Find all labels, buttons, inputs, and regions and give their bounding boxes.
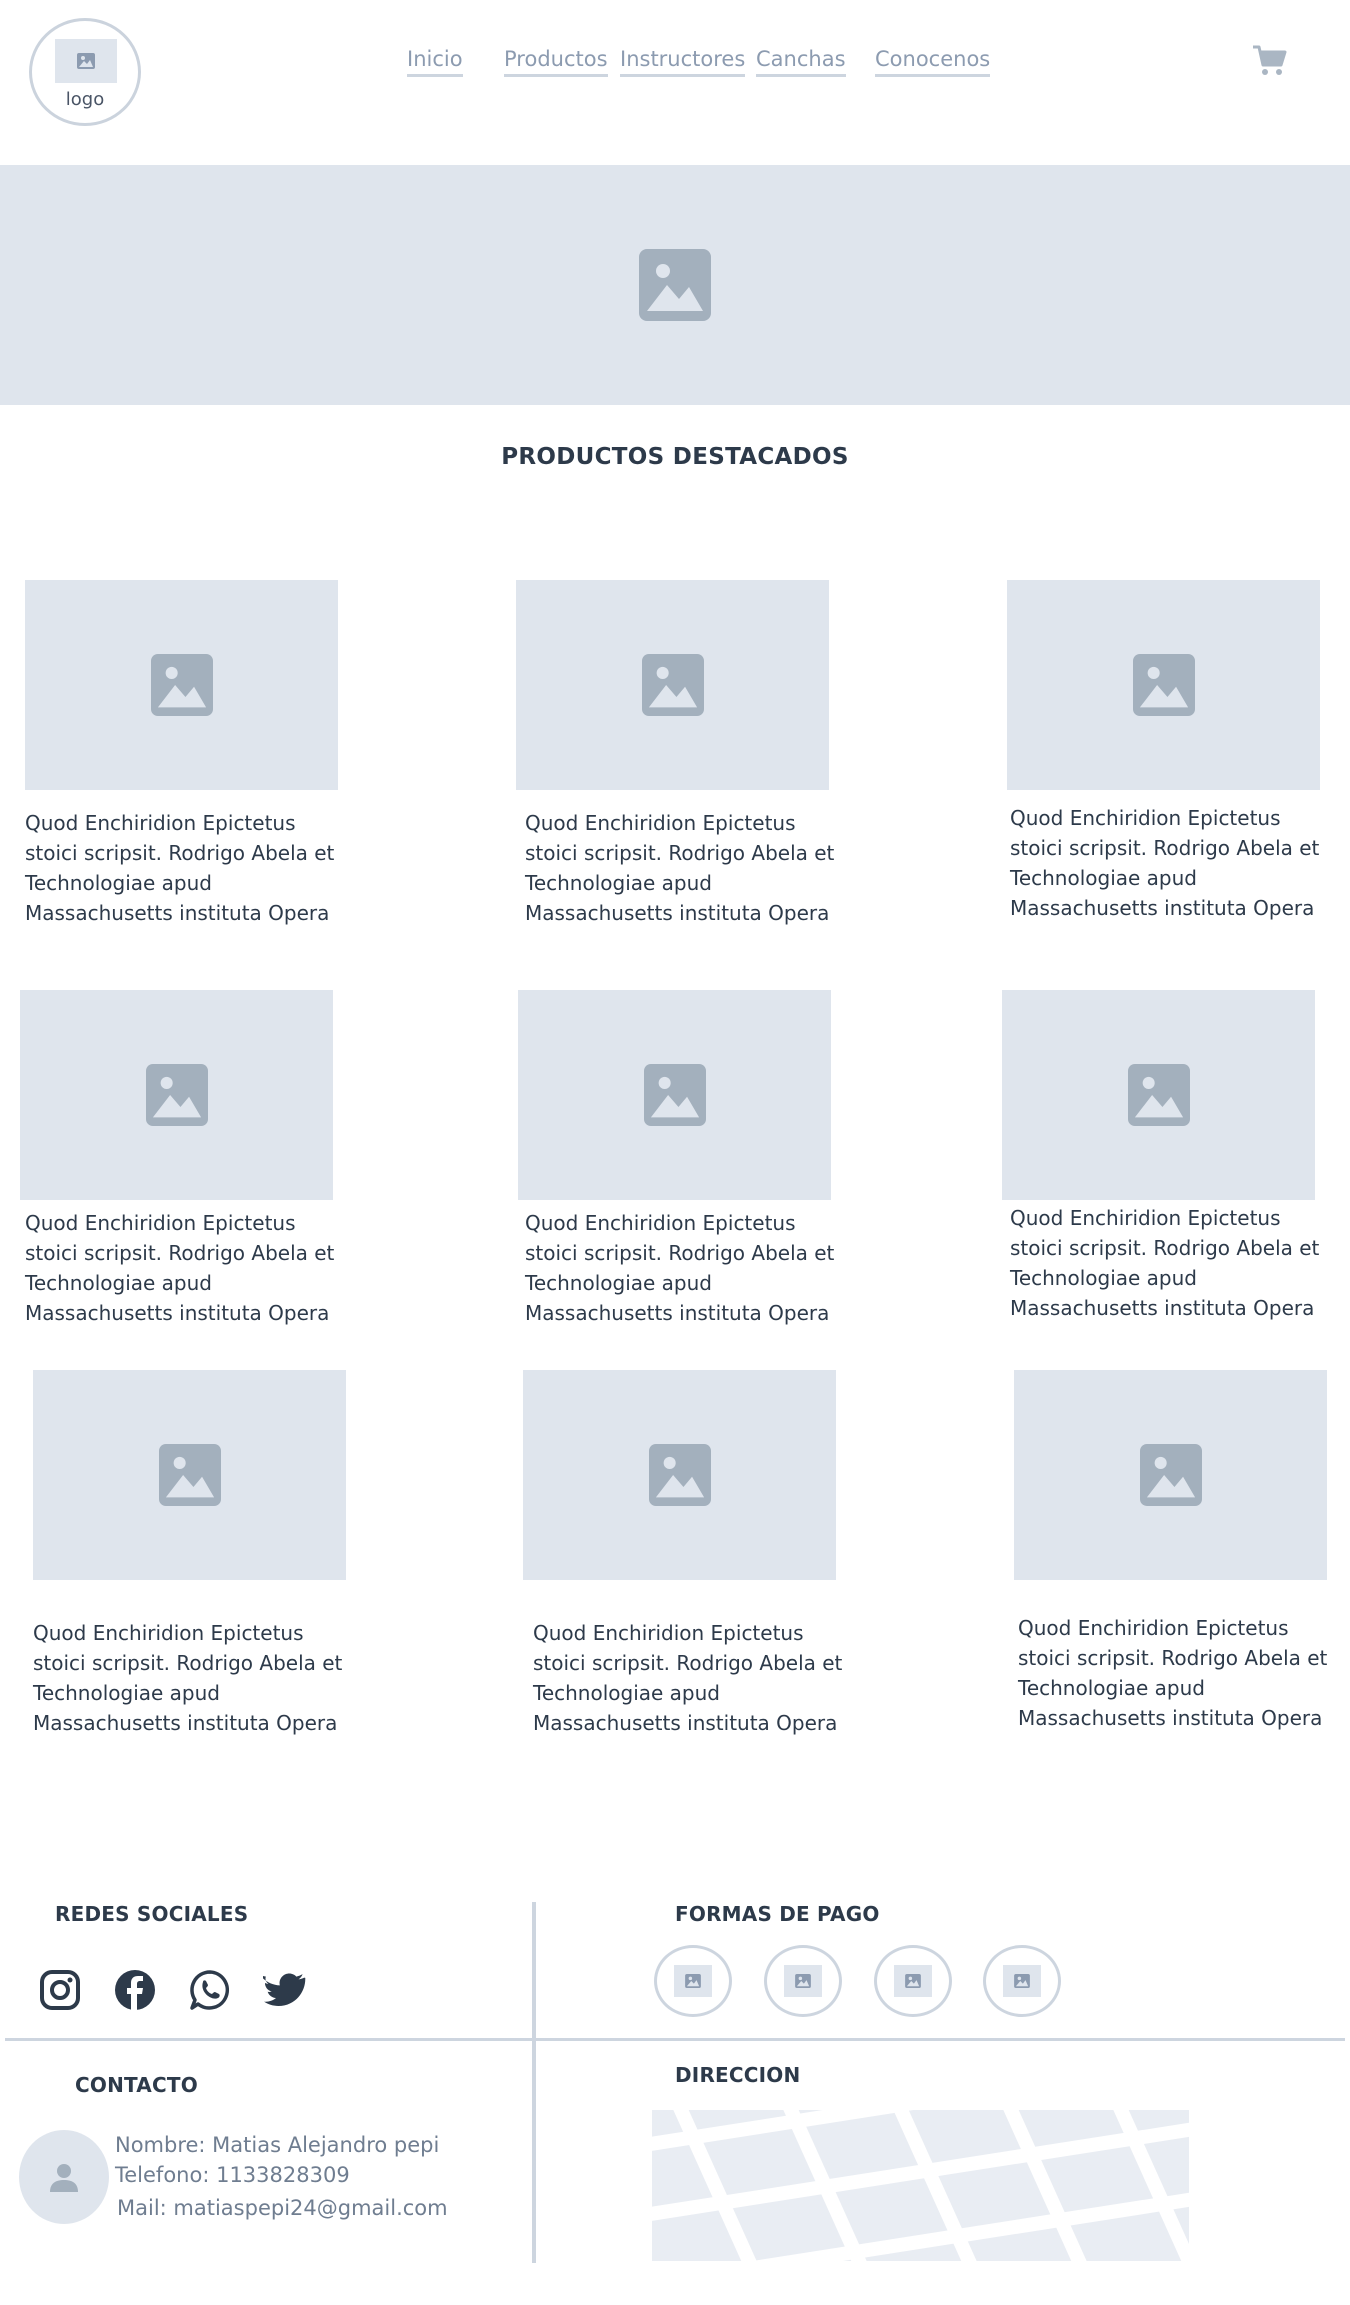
contact-name: Nombre: Matias Alejandro pepi: [115, 2133, 440, 2157]
product-image[interactable]: [516, 580, 829, 790]
product-image[interactable]: [33, 1370, 346, 1580]
user-icon: [50, 2164, 78, 2192]
product-description-line: Technologiae apud: [525, 871, 712, 895]
nav-instructores[interactable]: Instructores: [620, 46, 746, 77]
payment-title: FORMAS DE PAGO: [675, 1902, 880, 1926]
product-description-line: stoici scripsit. Rodrigo Abela et: [25, 841, 335, 865]
product-description-line: Technologiae apud: [25, 871, 212, 895]
footer-divider-horizontal: [5, 2038, 1345, 2041]
product-description-line: Quod Enchiridion Epictetus: [1010, 1206, 1281, 1230]
payment-method-icon[interactable]: [654, 1945, 732, 2017]
social-title: REDES SOCIALES: [55, 1902, 249, 1926]
product-description: Quod Enchiridion Epictetus stoici scripsi…: [33, 1618, 353, 1738]
product-description-line: Technologiae apud: [33, 1681, 220, 1705]
product-description: Quod Enchiridion Epictetus stoici scripsi…: [1010, 803, 1330, 923]
nav-productos[interactable]: Productos: [504, 46, 608, 77]
image-icon: [150, 654, 213, 716]
product-image[interactable]: [523, 1370, 836, 1580]
payment-image-icon: [1003, 1965, 1041, 1997]
twitter-icon[interactable]: [260, 1968, 307, 2012]
product-description-line: Technologiae apud: [25, 1271, 212, 1295]
product-description-line: Quod Enchiridion Epictetus: [33, 1621, 304, 1645]
product-description-line: stoici scripsit. Rodrigo Abela et: [25, 1241, 335, 1265]
product-description: Quod Enchiridion Epictetus stoici scripsi…: [525, 1208, 845, 1328]
address-title: DIRECCION: [675, 2063, 801, 2087]
product-description-line: Massachusetts instituta Opera: [33, 1711, 338, 1735]
product-description-line: Technologiae apud: [533, 1681, 720, 1705]
avatar: [19, 2130, 109, 2224]
product-description: Quod Enchiridion Epictetus stoici scripsi…: [533, 1618, 853, 1738]
facebook-icon[interactable]: [113, 1968, 157, 2012]
product-description-line: Quod Enchiridion Epictetus: [525, 811, 796, 835]
product-description-line: Technologiae apud: [1010, 866, 1197, 890]
product-description-line: stoici scripsit. Rodrigo Abela et: [525, 1241, 835, 1265]
nav-inicio[interactable]: Inicio: [407, 46, 463, 77]
product-description: Quod Enchiridion Epictetus stoici scripsi…: [525, 808, 845, 928]
payment-image-icon: [894, 1965, 932, 1997]
image-icon: [1132, 654, 1195, 716]
product-description-line: Quod Enchiridion Epictetus: [25, 1211, 296, 1235]
image-icon: [639, 249, 711, 321]
product-description: Quod Enchiridion Epictetus stoici scripsi…: [1018, 1613, 1338, 1733]
payment-method-icon[interactable]: [983, 1945, 1061, 2017]
section-title: PRODUCTOS DESTACADOS: [501, 444, 849, 470]
image-icon: [641, 654, 704, 716]
product-description-line: Massachusetts instituta Opera: [525, 901, 830, 925]
product-description-line: Massachusetts instituta Opera: [25, 1301, 330, 1325]
map-placeholder[interactable]: [652, 2110, 1189, 2261]
payment-method-icon[interactable]: [764, 1945, 842, 2017]
nav-conocenos[interactable]: Conocenos: [875, 46, 991, 77]
product-description-line: Technologiae apud: [1010, 1266, 1197, 1290]
product-description-line: Massachusetts instituta Opera: [1010, 1296, 1315, 1320]
image-icon: [648, 1444, 711, 1506]
image-icon: [1139, 1444, 1202, 1506]
product-description-line: stoici scripsit. Rodrigo Abela et: [533, 1651, 843, 1675]
contact-title: CONTACTO: [75, 2073, 198, 2097]
product-image[interactable]: [1014, 1370, 1327, 1580]
product-description: Quod Enchiridion Epictetus stoici scripsi…: [1010, 1203, 1330, 1323]
product-description-line: stoici scripsit. Rodrigo Abela et: [1018, 1646, 1328, 1670]
contact-mail[interactable]: Mail: matiaspepi24@gmail.com: [117, 2196, 448, 2220]
whatsapp-icon[interactable]: [188, 1968, 232, 2012]
product-description-line: stoici scripsit. Rodrigo Abela et: [1010, 836, 1320, 860]
product-description-line: Massachusetts instituta Opera: [525, 1301, 830, 1325]
image-icon: [643, 1064, 706, 1126]
product-description-line: Quod Enchiridion Epictetus: [25, 811, 296, 835]
product-description-line: Technologiae apud: [1018, 1676, 1205, 1700]
product-description-line: stoici scripsit. Rodrigo Abela et: [33, 1651, 343, 1675]
product-image[interactable]: [1002, 990, 1315, 1200]
product-description-line: Massachusetts instituta Opera: [1018, 1706, 1323, 1730]
footer-divider-vertical: [532, 1902, 536, 2263]
product-image[interactable]: [1007, 580, 1320, 790]
instagram-icon[interactable]: [38, 1968, 82, 2012]
logo-text: logo: [65, 89, 105, 110]
image-icon: [1127, 1064, 1190, 1126]
hero-banner: [0, 165, 1350, 405]
payment-image-icon: [674, 1965, 712, 1997]
product-description-line: Quod Enchiridion Epictetus: [1010, 806, 1281, 830]
image-icon: [145, 1064, 208, 1126]
product-description-line: Quod Enchiridion Epictetus: [525, 1211, 796, 1235]
product-description-line: Massachusetts instituta Opera: [25, 901, 330, 925]
contact-phone: Telefono: 1133828309: [115, 2163, 350, 2187]
product-description-line: Massachusetts instituta Opera: [533, 1711, 838, 1735]
product-description-line: stoici scripsit. Rodrigo Abela et: [525, 841, 835, 865]
product-image[interactable]: [20, 990, 333, 1200]
product-image[interactable]: [25, 580, 338, 790]
product-description-line: Quod Enchiridion Epictetus: [1018, 1616, 1289, 1640]
product-description: Quod Enchiridion Epictetus stoici scripsi…: [25, 1208, 345, 1328]
logo[interactable]: logo: [29, 18, 141, 126]
payment-method-icon[interactable]: [874, 1945, 952, 2017]
product-description: Quod Enchiridion Epictetus stoici scripsi…: [25, 808, 345, 928]
cart-icon[interactable]: [1252, 44, 1288, 78]
nav-canchas[interactable]: Canchas: [756, 46, 846, 77]
product-description-line: Technologiae apud: [525, 1271, 712, 1295]
product-description-line: Massachusetts instituta Opera: [1010, 896, 1315, 920]
image-icon: [158, 1444, 221, 1506]
product-description-line: stoici scripsit. Rodrigo Abela et: [1010, 1236, 1320, 1260]
product-image[interactable]: [518, 990, 831, 1200]
product-description-line: Quod Enchiridion Epictetus: [533, 1621, 804, 1645]
logo-image-icon: [55, 39, 117, 83]
payment-image-icon: [784, 1965, 822, 1997]
